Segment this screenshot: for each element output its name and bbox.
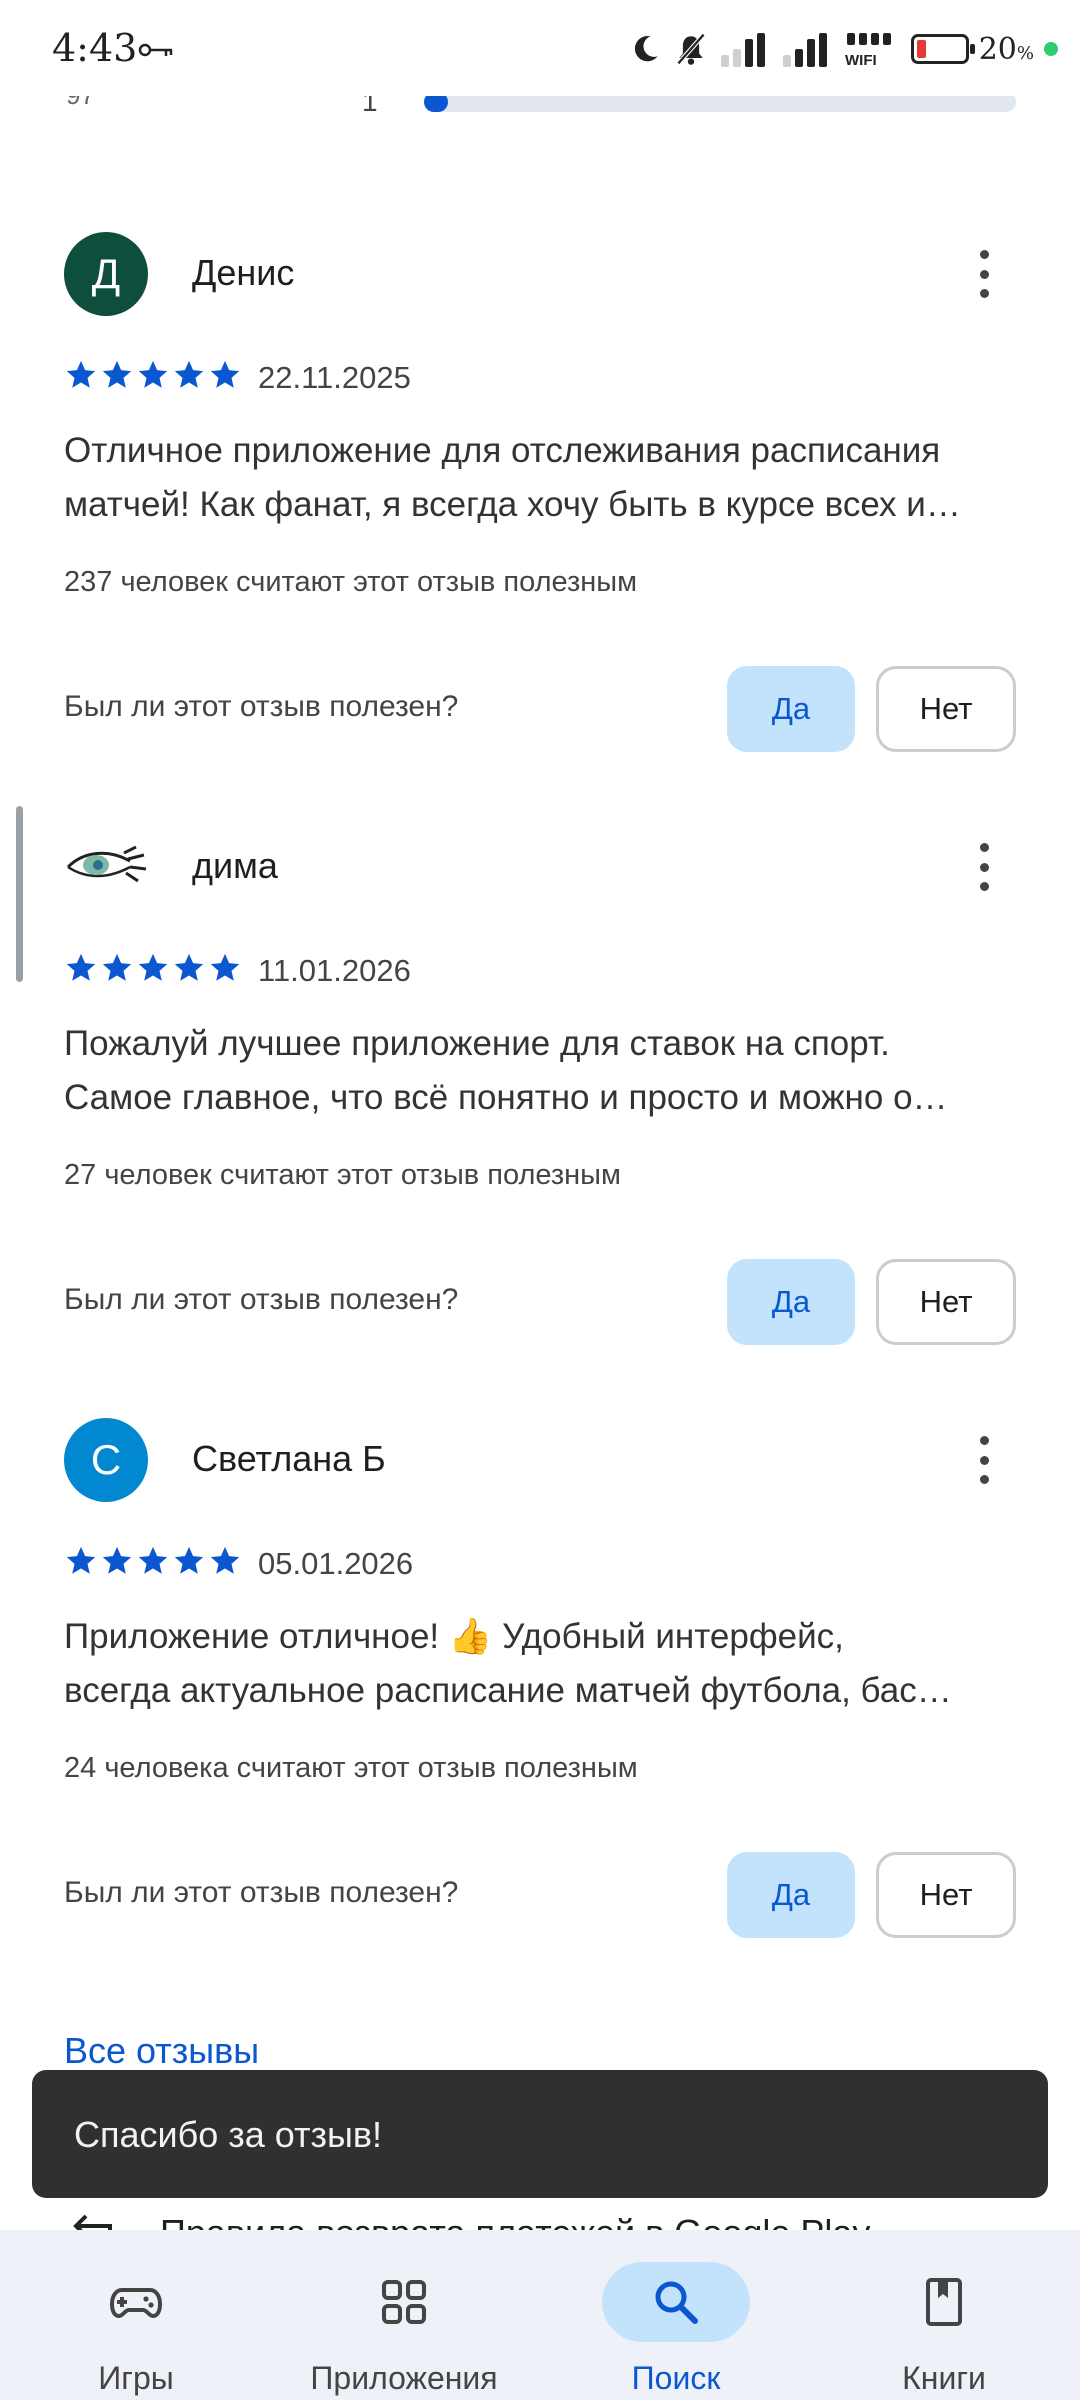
review-date: 11.01.2026 — [258, 953, 411, 988]
signal-1-icon — [720, 33, 765, 67]
avatar[interactable]: С — [64, 1418, 148, 1502]
review-author: дима — [192, 845, 278, 886]
gamepad-icon — [109, 2288, 163, 2319]
bell-muted-icon — [676, 33, 705, 65]
rating-stars — [64, 1544, 242, 1578]
nav-label: Книги — [902, 2360, 986, 2396]
avatar-image[interactable] — [64, 825, 148, 909]
helpful-yes-button[interactable]: Да — [727, 1852, 855, 1938]
star-icon — [136, 1544, 170, 1578]
review-text[interactable]: Отличное приложение для отслеживания рас… — [64, 424, 1024, 532]
helpful-no-button[interactable]: Нет — [876, 666, 1016, 752]
rating-stars — [64, 358, 242, 392]
snackbar-text: Спасибо за отзыв! — [74, 2114, 383, 2155]
review-text-line: Отличное приложение для отслеживания рас… — [64, 431, 941, 470]
review-text-line: матчей! Как фанат, я всегда хочу быть в … — [64, 485, 961, 524]
review-text-line: Самое главное, что всё понятно и просто … — [64, 1078, 948, 1117]
review-text-line: всегда актуальное расписание матчей футб… — [64, 1671, 952, 1710]
star-icon — [100, 1544, 134, 1578]
review-author: Светлана Б — [192, 1438, 386, 1479]
wifi-icon: WIFI — [845, 33, 891, 69]
book-icon — [926, 2278, 962, 2326]
star-icon — [172, 951, 206, 985]
star-icon — [64, 951, 98, 985]
star-icon — [208, 1544, 242, 1578]
review-date: 05.01.2026 — [258, 1546, 414, 1581]
review-card: С Светлана Б 05.01.2026 Приложение отлич… — [0, 1418, 1080, 1978]
helpful-question: Был ли этот отзыв полезен? — [64, 1283, 459, 1316]
more-options-icon[interactable] — [966, 837, 1002, 897]
helpful-question: Был ли этот отзыв полезен? — [64, 1876, 459, 1909]
nav-item-search[interactable]: Поиск — [576, 2230, 776, 2400]
review-card: дима 11.01.2026 Пожалуй лучшее приложени… — [0, 825, 1080, 1385]
nav-label: Приложения — [310, 2360, 498, 2396]
signal-2-icon — [782, 33, 827, 67]
nav-pill — [870, 2262, 1018, 2342]
refund-policy-text: Правила возврата платежей в Google Play — [160, 2212, 870, 2230]
privacy-indicator-dot — [1044, 42, 1058, 56]
star-icon — [172, 1544, 206, 1578]
status-time: 4:43 — [52, 26, 138, 70]
status-icons: WIFI 20% — [627, 26, 1058, 72]
star-icon — [64, 1544, 98, 1578]
moon-icon — [634, 36, 658, 62]
helpful-no-button[interactable]: Нет — [876, 1852, 1016, 1938]
helpful-count: 237 человек считают этот отзыв полезным — [64, 566, 638, 598]
nav-pill-active — [602, 2262, 750, 2342]
helpful-no-button[interactable]: Нет — [876, 1259, 1016, 1345]
star-icon — [64, 358, 98, 392]
review-card: Д Денис 22.11.2025 Отличное приложение д… — [0, 232, 1080, 792]
eye-avatar-icon — [66, 845, 147, 883]
star-icon — [136, 951, 170, 985]
battery-percent: 20% — [978, 31, 1034, 67]
nav-label: Игры — [98, 2360, 174, 2396]
helpful-yes-button[interactable]: Да — [727, 1259, 855, 1345]
svg-text:WIFI: WIFI — [845, 52, 877, 69]
all-reviews-link[interactable]: Все отзывы — [64, 2030, 259, 2072]
nav-pill — [330, 2262, 478, 2342]
helpful-count: 27 человек считают этот отзыв полезным — [64, 1159, 621, 1191]
review-text[interactable]: Приложение отличное! 👍 Удобный интерфейс… — [64, 1610, 1024, 1718]
refund-arrow-icon — [73, 2214, 112, 2230]
star-icon — [136, 358, 170, 392]
helpful-question: Был ли этот отзыв полезен? — [64, 690, 459, 723]
review-text[interactable]: Пожалуй лучшее приложение для ставок на … — [64, 1017, 1024, 1125]
review-author: Денис — [192, 252, 295, 293]
nav-item-books[interactable]: Книги — [844, 2230, 1044, 2400]
battery-icon — [910, 34, 975, 64]
apps-grid-icon — [382, 2280, 426, 2324]
helpful-yes-button[interactable]: Да — [727, 666, 855, 752]
review-text-line: Пожалуй лучшее приложение для ставок на … — [64, 1024, 890, 1063]
review-date: 22.11.2025 — [258, 360, 411, 395]
star-icon — [208, 951, 242, 985]
bottom-navigation: Игры Приложения Поиск Книги — [0, 2230, 1080, 2400]
search-icon — [655, 2281, 698, 2324]
review-text-line: Приложение отличное! 👍 Удобный интерфейс… — [64, 1617, 844, 1656]
nav-pill — [62, 2262, 210, 2342]
star-icon — [100, 951, 134, 985]
star-icon — [100, 358, 134, 392]
battery-level-fill — [916, 40, 926, 58]
status-bar: 4:43 WIFI 20% — [0, 0, 1080, 96]
key-icon — [138, 43, 173, 57]
nav-label: Поиск — [631, 2360, 721, 2396]
avatar[interactable]: Д — [64, 232, 148, 316]
star-icon — [172, 358, 206, 392]
more-options-icon[interactable] — [966, 244, 1002, 304]
nav-item-games[interactable]: Игры — [36, 2230, 236, 2400]
snackbar: Спасибо за отзыв! — [32, 2070, 1048, 2198]
refund-policy-row[interactable]: Правила возврата платежей в Google Play — [0, 2198, 1080, 2230]
more-options-icon[interactable] — [966, 1430, 1002, 1490]
nav-item-apps[interactable]: Приложения — [304, 2230, 504, 2400]
helpful-count: 24 человека считают этот отзыв полезным — [64, 1752, 638, 1784]
star-icon — [208, 358, 242, 392]
rating-stars — [64, 951, 242, 985]
